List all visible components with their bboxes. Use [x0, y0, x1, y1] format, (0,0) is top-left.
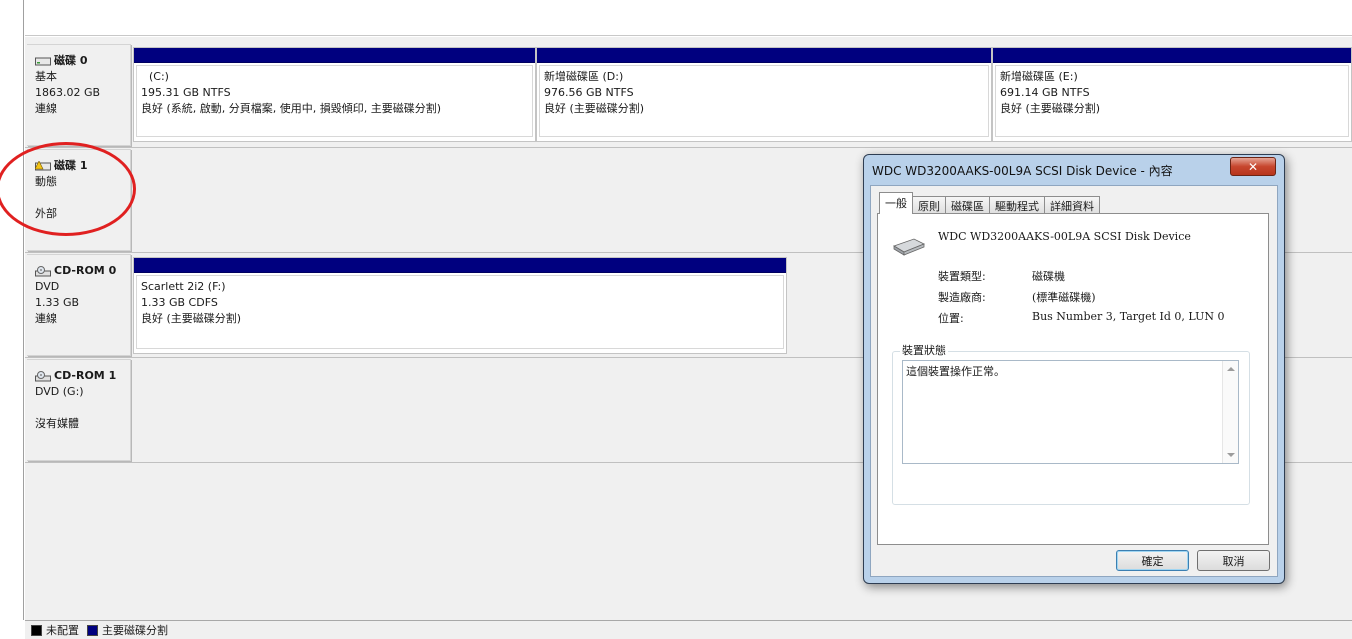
dialog-titlebar[interactable]: WDC WD3200AAKS-00L9A SCSI Disk Device - …: [864, 155, 1284, 185]
close-icon: ✕: [1247, 159, 1259, 174]
cdrom-icon: [35, 370, 51, 381]
partition-details: (C:) 195.31 GB NTFS 良好 (系統, 啟動, 分頁檔案, 使用…: [136, 65, 533, 137]
dialog-client-area: 一般 原則 磁碟區 驅動程式 詳細資料 WDC WD3200AAKS-00L9A…: [870, 185, 1278, 577]
tab-strip: 一般 原則 磁碟區 驅動程式 詳細資料: [879, 192, 1100, 214]
partition-fs: 976.56 GB NTFS: [544, 86, 634, 99]
cdrom-1-label[interactable]: CD-ROM 1 DVD (G:) 沒有媒體: [27, 359, 131, 461]
prop-label-location: 位置:: [938, 312, 964, 325]
disk-size: [35, 400, 130, 416]
primary-swatch: [87, 624, 98, 636]
dialog-title: WDC WD3200AAKS-00L9A SCSI Disk Device - …: [872, 163, 1173, 178]
partition-health: 良好 (主要磁碟分割): [544, 102, 645, 115]
ok-button[interactable]: 確定: [1116, 550, 1189, 571]
hard-disk-icon: [35, 57, 51, 65]
disk-status: 連線: [35, 102, 57, 115]
row-divider: [25, 147, 1352, 148]
partition-e[interactable]: 新增磁碟區 (E:) 691.14 GB NTFS 良好 (主要磁碟分割): [992, 47, 1352, 142]
tab-driver[interactable]: 驅動程式: [989, 196, 1045, 214]
disk-drive-icon: [893, 238, 925, 256]
disk-title: CD-ROM 0: [54, 264, 117, 277]
properties-dialog: WDC WD3200AAKS-00L9A SCSI Disk Device - …: [863, 154, 1285, 584]
volume-list-area: [25, 0, 1352, 36]
disk-status: 連線: [35, 312, 57, 325]
legend-primary: 主要磁碟分割: [102, 624, 168, 637]
partition-type-bar: [134, 48, 535, 63]
partition-type-bar: [993, 48, 1351, 63]
general-tab-panel: WDC WD3200AAKS-00L9A SCSI Disk Device 裝置…: [877, 213, 1269, 545]
device-name: WDC WD3200AAKS-00L9A SCSI Disk Device: [938, 230, 1191, 243]
partition-details: 新增磁碟區 (D:) 976.56 GB NTFS 良好 (主要磁碟分割): [539, 65, 989, 137]
partition-details: Scarlett 2i2 (F:) 1.33 GB CDFS 良好 (主要磁碟分…: [136, 275, 784, 349]
tab-general[interactable]: 一般: [879, 192, 913, 214]
legend-bar: 未配置 主要磁碟分割: [25, 620, 1352, 639]
scroll-up-icon[interactable]: [1227, 367, 1235, 371]
disk-title: CD-ROM 1: [54, 369, 117, 382]
unallocated-swatch: [31, 624, 42, 636]
partition-health: 良好 (主要磁碟分割): [1000, 102, 1101, 115]
partition-health: 良好 (主要磁碟分割): [141, 312, 242, 325]
partition-details: 新增磁碟區 (E:) 691.14 GB NTFS 良好 (主要磁碟分割): [995, 65, 1349, 137]
disk-title: 磁碟 0: [54, 54, 88, 67]
partition-name: 新增磁碟區 (E:): [1000, 70, 1078, 83]
disk-0-label[interactable]: 磁碟 0 基本 1863.02 GB 連線: [27, 44, 131, 146]
device-status-textbox[interactable]: 這個裝置操作正常。: [902, 360, 1239, 464]
device-status-title: 裝置狀態: [900, 342, 948, 358]
disk-type: 基本: [35, 70, 57, 83]
disk-type: DVD (G:): [35, 385, 84, 398]
partition-health: 良好 (系統, 啟動, 分頁檔案, 使用中, 損毀傾印, 主要磁碟分割): [141, 102, 442, 115]
disk-size: 1.33 GB: [35, 296, 80, 309]
prop-label-type: 裝置類型:: [938, 270, 986, 283]
annotation-circle: [0, 142, 136, 236]
tab-policies[interactable]: 原則: [912, 196, 946, 214]
partition-name: 新增磁碟區 (D:): [544, 70, 624, 83]
status-scrollbar[interactable]: [1222, 361, 1238, 463]
partition-f[interactable]: Scarlett 2i2 (F:) 1.33 GB CDFS 良好 (主要磁碟分…: [133, 257, 787, 354]
disk-0-title-row: 磁碟 0: [35, 53, 130, 69]
cdrom-0-label[interactable]: CD-ROM 0 DVD 1.33 GB 連線: [27, 254, 131, 356]
partition-fs: 1.33 GB CDFS: [141, 296, 218, 309]
prop-label-manufacturer: 製造廠商:: [938, 291, 986, 304]
disk-status: 沒有媒體: [35, 417, 79, 430]
partition-name: (C:): [149, 70, 169, 83]
tab-volumes[interactable]: 磁碟區: [945, 196, 990, 214]
cdrom-1-title-row: CD-ROM 1: [35, 368, 130, 384]
partition-fs: 195.31 GB NTFS: [141, 86, 231, 99]
tab-details[interactable]: 詳細資料: [1044, 196, 1100, 214]
disk-type: DVD: [35, 280, 60, 293]
cancel-button[interactable]: 取消: [1197, 550, 1270, 571]
disk-size: 1863.02 GB: [35, 86, 101, 99]
partition-name: Scarlett 2i2 (F:): [141, 280, 226, 293]
prop-value-type: 磁碟機: [1032, 270, 1065, 283]
partition-d[interactable]: 新增磁碟區 (D:) 976.56 GB NTFS 良好 (主要磁碟分割): [536, 47, 992, 142]
partition-type-bar: [537, 48, 991, 63]
legend-unallocated: 未配置: [46, 624, 79, 637]
cdrom-icon: [35, 265, 51, 276]
partition-type-bar: [134, 258, 786, 273]
close-button[interactable]: ✕: [1230, 157, 1276, 176]
cdrom-0-title-row: CD-ROM 0: [35, 263, 130, 279]
prop-value-manufacturer: (標準磁碟機): [1032, 291, 1096, 304]
scroll-down-icon[interactable]: [1227, 453, 1235, 457]
prop-value-location: Bus Number 3, Target Id 0, LUN 0: [1032, 310, 1225, 323]
device-status-text: 這個裝置操作正常。: [906, 365, 1005, 378]
partition-fs: 691.14 GB NTFS: [1000, 86, 1090, 99]
partition-c[interactable]: (C:) 195.31 GB NTFS 良好 (系統, 啟動, 分頁檔案, 使用…: [133, 47, 536, 142]
left-panel-edge: [0, 0, 24, 620]
